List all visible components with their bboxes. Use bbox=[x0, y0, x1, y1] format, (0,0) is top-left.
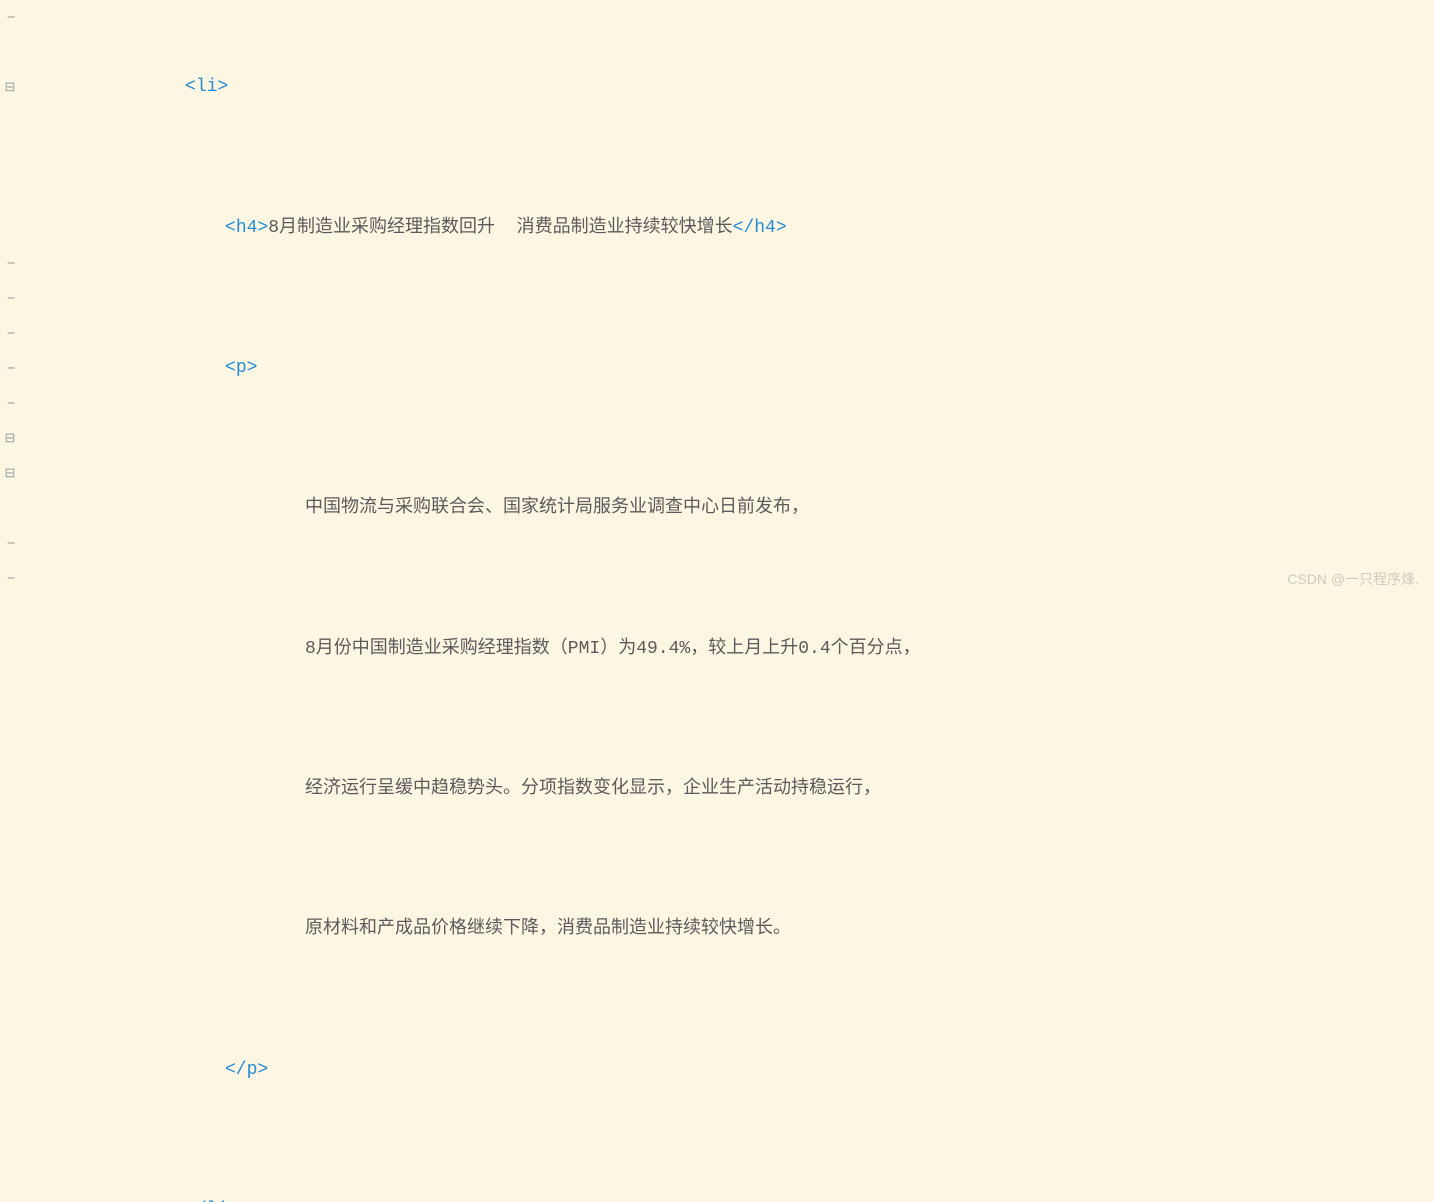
fold-line-icon: – bbox=[6, 283, 16, 314]
code-editor[interactable]: <li> <h4>8月制造业采购经理指数回升 消费品制造业持续较快增长</h4>… bbox=[20, 0, 1434, 1202]
code-line[interactable]: <h4>8月制造业采购经理指数回升 消费品制造业持续较快增长</h4> bbox=[25, 211, 1434, 246]
code-line[interactable]: 8月份中国制造业采购经理指数（PMI）为49.4%，较上月上升0.4个百分点， bbox=[25, 632, 1434, 667]
fold-line-icon: – bbox=[6, 318, 16, 349]
code-line[interactable]: 经济运行呈缓中趋稳势头。分项指数变化显示，企业生产活动持稳运行， bbox=[25, 772, 1434, 807]
fold-marker-icon[interactable]: ⊟ bbox=[5, 461, 16, 486]
code-line[interactable]: <li> bbox=[25, 70, 1434, 105]
fold-marker-icon[interactable]: ⊟ bbox=[5, 75, 16, 100]
editor-gutter: – ⊟ – – – – – ⊟ ⊟ – – bbox=[0, 0, 20, 1202]
fold-marker-icon[interactable]: ⊟ bbox=[5, 426, 16, 451]
code-line[interactable]: <p> bbox=[25, 351, 1434, 386]
fold-line-icon: – bbox=[6, 563, 16, 594]
watermark: CSDN @一只程序烽. bbox=[1287, 566, 1419, 593]
code-line[interactable]: 原材料和产成品价格继续下降，消费品制造业持续较快增长。 bbox=[25, 912, 1434, 947]
fold-line-icon: – bbox=[6, 2, 16, 33]
code-line[interactable]: </p> bbox=[25, 1053, 1434, 1088]
code-line[interactable]: </li> bbox=[25, 1193, 1434, 1202]
fold-line-icon: – bbox=[6, 388, 16, 419]
fold-line-icon: – bbox=[6, 353, 16, 384]
code-line[interactable]: 中国物流与采购联合会、国家统计局服务业调查中心日前发布， bbox=[25, 491, 1434, 526]
fold-line-icon: – bbox=[6, 528, 16, 559]
fold-line-icon: – bbox=[6, 248, 16, 279]
